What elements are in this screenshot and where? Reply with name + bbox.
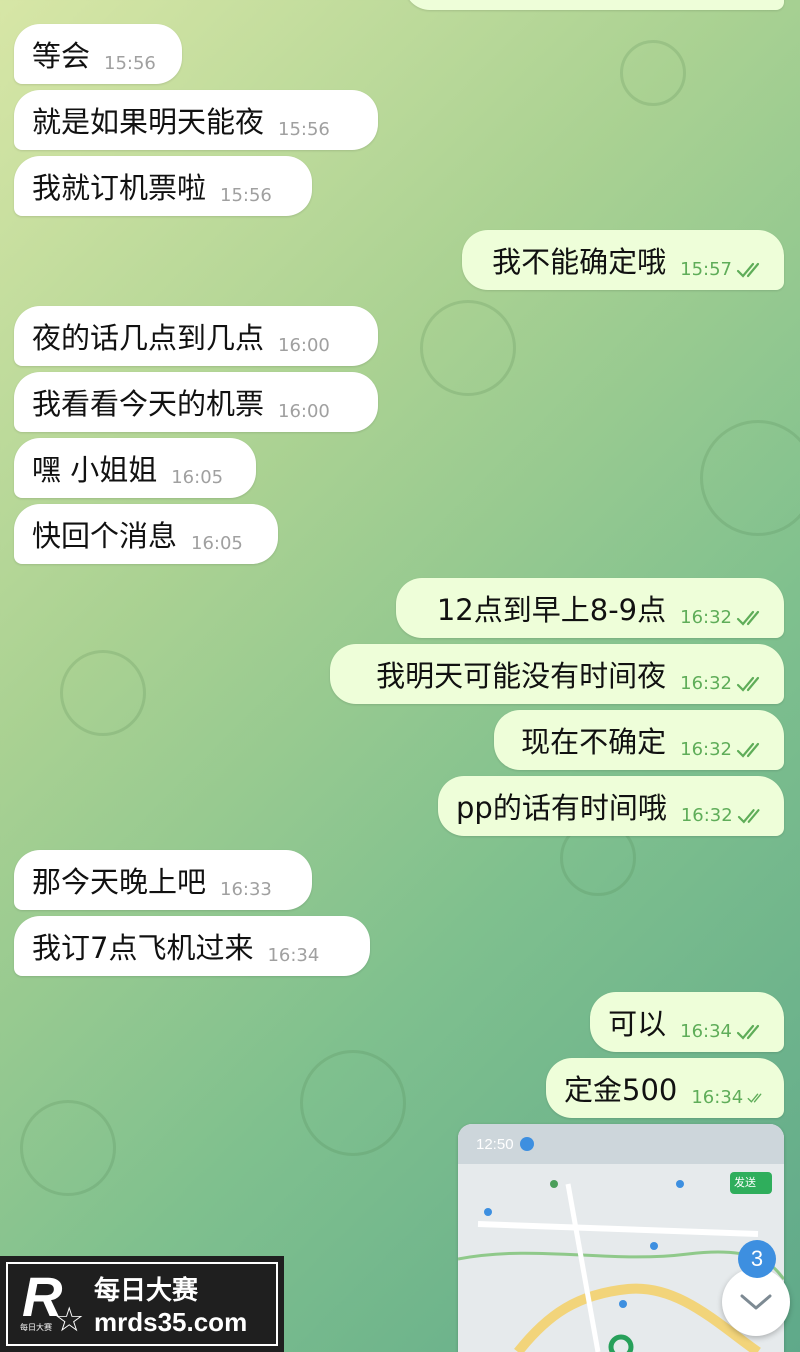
- outgoing-message[interactable]: 可以 16:34: [590, 992, 784, 1052]
- chevron-down-icon: [740, 1294, 772, 1310]
- message-time: 15:56: [220, 185, 272, 206]
- watermark-title: 每日大赛: [94, 1276, 199, 1306]
- message-text: 等会: [32, 39, 91, 73]
- background-doodle: [700, 420, 800, 536]
- outgoing-message[interactable]: 我不能确定哦 15:57: [462, 230, 784, 290]
- message-time: 16:05: [171, 467, 224, 488]
- map-status-time: 12:50: [476, 1135, 514, 1153]
- outgoing-message[interactable]: 我明天可能没有时间夜 16:32: [330, 644, 784, 704]
- message-time: 16:32: [680, 805, 733, 826]
- message-text: 可以: [608, 1007, 667, 1041]
- message-text: 我明天可能没有时间夜: [376, 659, 667, 693]
- message-text: 夜的话几点到几点: [32, 321, 265, 355]
- message-time: 15:56: [278, 119, 330, 140]
- incoming-message[interactable]: 我看看今天的机票 16:00: [14, 372, 378, 432]
- message-text: pp的话有时间哦: [456, 791, 667, 825]
- incoming-message[interactable]: 那今天晚上吧 16:33: [14, 850, 312, 910]
- watermark-url: mrds35.com: [94, 1307, 248, 1337]
- double-check-icon: [736, 262, 760, 278]
- message-time: 16:32: [680, 673, 732, 694]
- incoming-message[interactable]: 夜的话几点到几点 16:00: [14, 306, 378, 366]
- background-doodle: [620, 40, 686, 106]
- outgoing-message[interactable]: 定金500 16:34: [546, 1058, 784, 1118]
- message-time: 16:34: [691, 1087, 744, 1108]
- message-text: 我看看今天的机票: [32, 387, 265, 421]
- background-doodle: [300, 1050, 406, 1156]
- message-time: 15:56: [104, 53, 156, 74]
- double-check-icon: [747, 1093, 762, 1103]
- background-doodle: [60, 650, 146, 736]
- double-check-icon: [737, 809, 760, 824]
- message-time: 16:05: [191, 533, 243, 554]
- outgoing-message[interactable]: 现在不确定 16:32: [494, 710, 784, 770]
- message-text: 我不能确定哦: [492, 245, 667, 279]
- watermark-text: 每日大赛 mrds35.com: [94, 1270, 247, 1338]
- location-arrow-icon: [519, 1137, 534, 1151]
- watermark-logo-sub: 每日大赛: [20, 1323, 52, 1332]
- double-check-icon: [736, 742, 760, 758]
- watermark-logo: R ☆ 每日大赛 每日大赛 mrds35.com: [0, 1256, 284, 1352]
- message-text: 我就订机票啦: [32, 171, 207, 205]
- message-text: 那今天晚上吧: [32, 865, 207, 899]
- message-text: 快回个消息: [32, 519, 178, 553]
- message-text: 嘿 小姐姐: [32, 453, 158, 487]
- watermark-emblem: R ☆ 每日大赛: [20, 1265, 84, 1340]
- message-time: 16:33: [220, 879, 272, 900]
- incoming-message[interactable]: 嘿 小姐姐 16:05: [14, 438, 256, 498]
- message-time: 16:34: [267, 945, 320, 966]
- double-check-icon: [736, 610, 760, 626]
- map-status-bar: 12:50: [458, 1124, 784, 1164]
- message-text: 定金500: [564, 1073, 678, 1107]
- message-text: 现在不确定: [521, 725, 667, 759]
- outgoing-message-partial: [404, 0, 784, 10]
- message-time: 16:00: [278, 335, 330, 356]
- incoming-message[interactable]: 我就订机票啦 15:56: [14, 156, 312, 216]
- map-send-button[interactable]: 发送: [734, 1174, 756, 1190]
- outgoing-message[interactable]: pp的话有时间哦 16:32: [438, 776, 784, 836]
- star-icon: ☆: [54, 1300, 85, 1340]
- double-check-icon: [736, 1024, 760, 1040]
- unread-count-badge: 3: [738, 1240, 776, 1278]
- message-time: 16:32: [680, 607, 732, 628]
- scroll-down-button[interactable]: [722, 1268, 790, 1336]
- message-text: 就是如果明天能夜: [32, 105, 265, 139]
- watermark-frame: R ☆ 每日大赛 每日大赛 mrds35.com: [6, 1262, 278, 1346]
- message-text: 12点到早上8-9点: [436, 593, 667, 627]
- incoming-message[interactable]: 我订7点飞机过来 16:34: [14, 916, 370, 976]
- message-time: 16:34: [680, 1021, 732, 1042]
- message-time: 15:57: [680, 259, 732, 280]
- message-time: 16:00: [278, 401, 330, 422]
- double-check-icon: [736, 676, 760, 692]
- outgoing-message[interactable]: 12点到早上8-9点 16:32: [396, 578, 784, 638]
- message-text: 我订7点飞机过来: [32, 931, 254, 965]
- incoming-message[interactable]: 快回个消息 16:05: [14, 504, 278, 564]
- message-time: 16:32: [680, 739, 732, 760]
- incoming-message[interactable]: 就是如果明天能夜 15:56: [14, 90, 378, 150]
- background-doodle: [20, 1100, 116, 1196]
- background-doodle: [420, 300, 516, 396]
- incoming-message[interactable]: 等会 15:56: [14, 24, 182, 84]
